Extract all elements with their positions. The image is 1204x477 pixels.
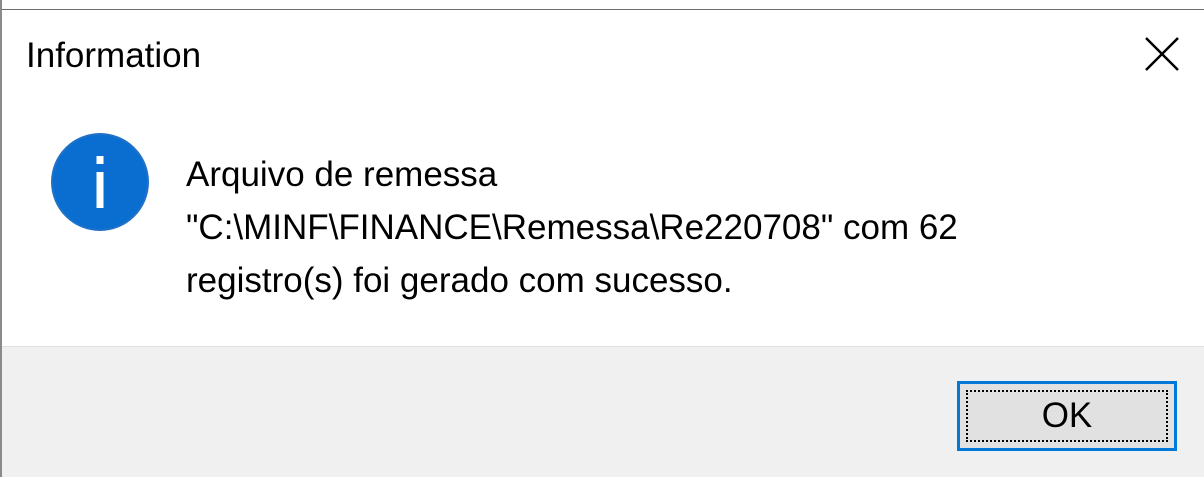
close-button[interactable] — [1132, 26, 1192, 82]
window-top-edge — [2, 9, 1204, 10]
message-dialog: Information Arquivo de remessa "C:\MINF\… — [0, 0, 1204, 477]
window-title: Information — [26, 36, 202, 75]
message-line: Arquivo de remessa — [186, 155, 498, 194]
ok-button-label: OK — [1041, 396, 1093, 435]
close-icon — [1145, 37, 1179, 71]
ok-button[interactable]: OK — [957, 381, 1177, 451]
title-bar: Information — [2, 12, 1204, 90]
message-text: Arquivo de remessa "C:\MINF\FINANCE\Reme… — [186, 148, 1146, 307]
button-bar: OK — [2, 346, 1204, 477]
message-line: "C:\MINF\FINANCE\Remessa\Re220708" com 6… — [186, 208, 958, 247]
dialog-content: Arquivo de remessa "C:\MINF\FINANCE\Reme… — [2, 90, 1204, 346]
background-window-edge — [2, 0, 1204, 12]
information-icon — [51, 133, 149, 231]
message-line: registro(s) foi gerado com sucesso. — [186, 261, 733, 300]
